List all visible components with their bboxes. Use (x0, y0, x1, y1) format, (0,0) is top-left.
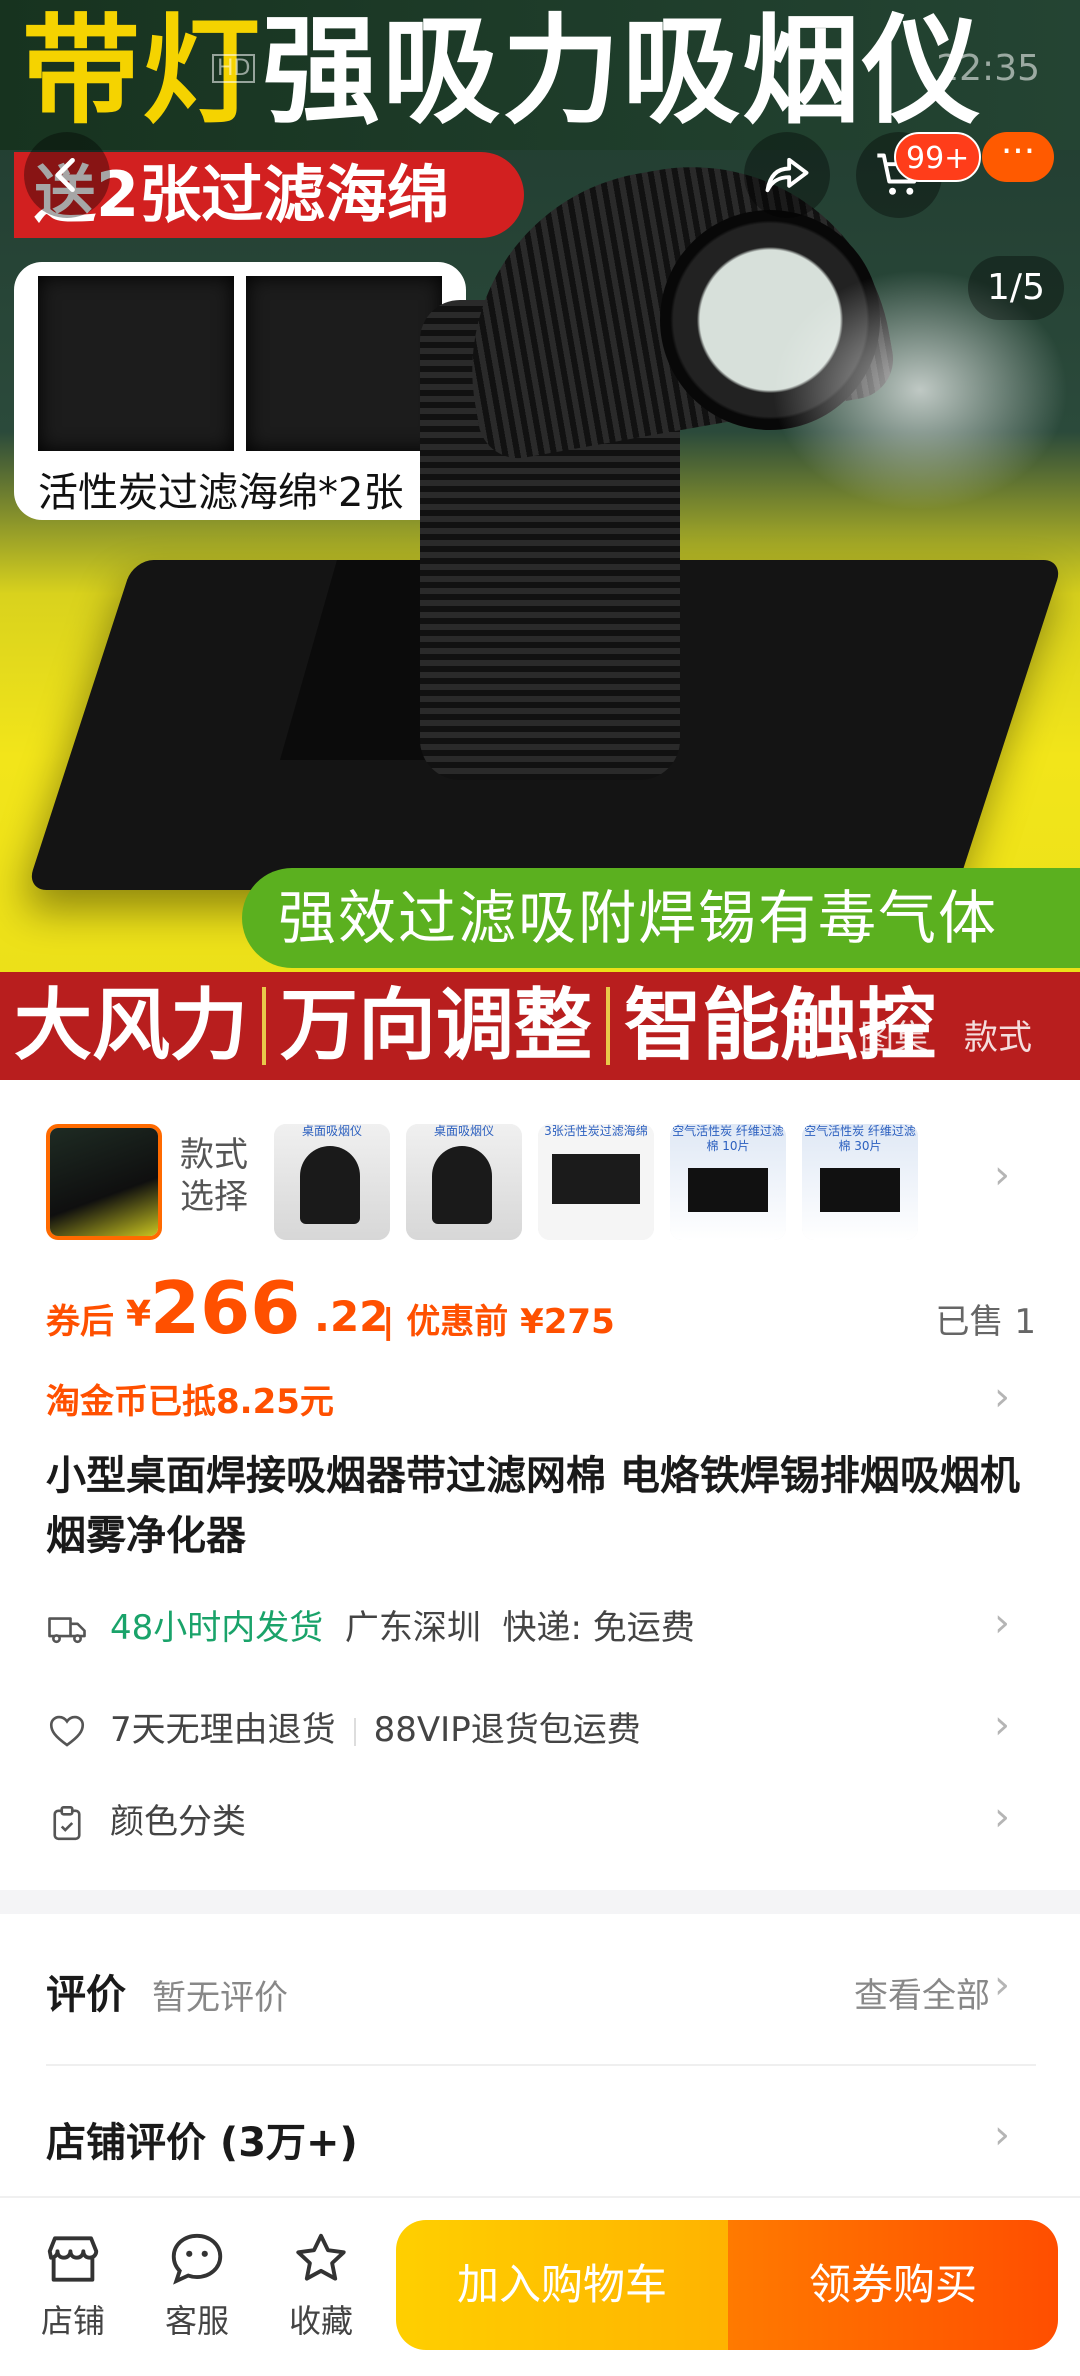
sku-thumb-caption: 空气活性炭 纤维过滤棉 10片 (672, 1124, 784, 1153)
sku-thumb[interactable]: 桌面吸烟仪 (274, 1124, 390, 1240)
shop-label: 店铺 (40, 2302, 105, 2340)
color-category-row[interactable]: 颜色分类 (46, 1792, 1036, 1852)
sku-thumb-image (50, 1128, 158, 1236)
share-icon (765, 157, 809, 193)
chevron-right-icon[interactable]: › (994, 1374, 1010, 1420)
taojinbi-discount-text: 淘金币已抵8.25元 (46, 1382, 334, 1422)
coupon-price-label: 券后 (46, 1302, 114, 1342)
divider (46, 2064, 1036, 2066)
sku-thumb-image (274, 1124, 390, 1240)
sponge-image (38, 276, 234, 451)
tab-style[interactable]: 款式 (964, 1018, 1032, 1058)
vip-return: 88VIP退货包运费 (373, 1710, 641, 1750)
back-button[interactable] (24, 132, 110, 218)
sku-thumb-caption: 3张活性炭过滤海绵 (544, 1124, 648, 1138)
original-price: | 优惠前 ¥275 (382, 1302, 615, 1342)
store-icon (47, 2236, 99, 2282)
sku-thumb-caption: 桌面吸烟仪 (433, 1124, 494, 1138)
sku-thumb-caption: 空气活性炭 纤维过滤棉 30片 (804, 1124, 916, 1153)
divider (353, 1717, 356, 1746)
sku-thumb-image (538, 1124, 654, 1240)
truck-icon (48, 1617, 86, 1644)
color-category-label: 颜色分类 (110, 1802, 246, 1842)
price-integer: 266 (150, 1266, 301, 1350)
sponge-image (246, 276, 442, 451)
sku-select-label[interactable]: 款式选择 (180, 1134, 260, 1218)
add-to-cart-button[interactable]: 加入购物车 (396, 2220, 728, 2350)
price-decimal: .22 (314, 1292, 389, 1341)
share-button[interactable] (744, 132, 830, 218)
sku-thumb[interactable] (46, 1124, 162, 1240)
heart-shield-icon (49, 1715, 85, 1747)
chevron-right-icon[interactable]: › (994, 1962, 1010, 2008)
back-arrow-icon (55, 157, 75, 193)
feature-item: 万向调整 (280, 981, 593, 1071)
section-divider (0, 1890, 1080, 1914)
chat-face-icon (171, 2233, 223, 2285)
ship-origin: 广东深圳 (344, 1608, 481, 1648)
sku-thumb-image (406, 1124, 522, 1240)
hd-indicator: HD (212, 54, 256, 83)
return-text: 7天无理由退货 88VIP退货包运费 (110, 1700, 641, 1760)
chevron-right-icon[interactable]: › (994, 1152, 1010, 1198)
chevron-right-icon[interactable]: › (994, 2112, 1010, 2158)
customer-service-button[interactable]: 客服 (142, 2228, 252, 2342)
return-policy: 7天无理由退货 (110, 1710, 336, 1750)
status-bar: HD 22:35 (0, 0, 1080, 110)
price-row: 券后 ¥ 266 .22 | 优惠前 ¥275 已售 1 (46, 1268, 1036, 1348)
gallery-tabs: 图集 款式 (860, 1010, 1068, 1059)
taojinbi-discount-row[interactable]: 淘金币已抵8.25元 (46, 1374, 1036, 1423)
sold-count: 已售 1 (935, 1302, 1036, 1342)
shop-button[interactable]: 店铺 (18, 2228, 128, 2342)
shop-reviews-heading[interactable]: 店铺评价 (3万+) (46, 2110, 358, 2168)
feature-item: 大风力 (14, 981, 249, 1071)
reviews-row[interactable]: 评价 暂无评价 查看全部 (46, 1962, 1036, 2022)
cart-count-badge: 99+ (894, 132, 982, 182)
product-title: 小型桌面焊接吸烟器带过滤网棉 电烙铁焊锡排烟吸烟机 烟雾净化器 (46, 1453, 1020, 1559)
status-time: 22:35 (936, 48, 1040, 89)
reviews-heading: 评价 (46, 1972, 126, 2018)
chevron-right-icon[interactable]: › (994, 1600, 1010, 1646)
shipping-row[interactable]: 48小时内发货 广东深圳 快递: 免运费 (46, 1598, 1036, 1658)
sponge-label: 活性炭过滤海绵*2张 (38, 470, 404, 516)
chevron-right-icon[interactable]: › (994, 1794, 1010, 1840)
sku-thumb[interactable]: 3张活性炭过滤海绵 (538, 1124, 654, 1240)
currency-symbol: ¥ (126, 1294, 152, 1335)
sponge-card: 活性炭过滤海绵*2张 (14, 262, 466, 520)
favorite-label: 收藏 (288, 2302, 353, 2340)
chevron-right-icon[interactable]: › (994, 1702, 1010, 1748)
more-menu-button[interactable]: ··· (982, 132, 1054, 182)
buy-with-coupon-button[interactable]: 领券购买 (728, 2220, 1058, 2350)
sku-thumb-caption: 桌面吸烟仪 (301, 1124, 362, 1138)
service-label: 客服 (164, 2302, 229, 2340)
star-icon (296, 2233, 346, 2281)
fast-shipping-text: 48小时内发货 (110, 1608, 324, 1648)
return-policy-row[interactable]: 7天无理由退货 88VIP退货包运费 (46, 1700, 1036, 1760)
express-fee: 快递: 免运费 (502, 1608, 695, 1648)
sku-thumb[interactable]: 空气活性炭 纤维过滤棉 30片 (802, 1124, 918, 1240)
clipboard-icon (53, 1805, 81, 1841)
tab-gallery[interactable]: 图集 (860, 1018, 928, 1058)
view-all-reviews-link[interactable]: 查看全部 (854, 1968, 990, 2017)
shipping-text: 48小时内发货 广东深圳 快递: 免运费 (110, 1598, 695, 1658)
favorite-button[interactable]: 收藏 (266, 2228, 376, 2342)
feature-green-banner: 强效过滤吸附焊锡有毒气体 (242, 868, 1080, 968)
reviews-empty-text: 暂无评价 (152, 1978, 288, 2018)
sku-thumb[interactable]: 空气活性炭 纤维过滤棉 10片 (670, 1124, 786, 1240)
image-page-indicator: 1/5 (968, 256, 1064, 320)
bottom-action-bar: 店铺 客服 收藏 加入购物车 领券购买 (0, 2196, 1080, 2376)
sku-thumb[interactable]: 桌面吸烟仪 (406, 1124, 522, 1240)
sku-selector[interactable]: 款式选择 桌面吸烟仪 桌面吸烟仪 3张活性炭过滤海绵 空气活性炭 纤维过滤棉 1… (0, 1080, 1080, 1280)
